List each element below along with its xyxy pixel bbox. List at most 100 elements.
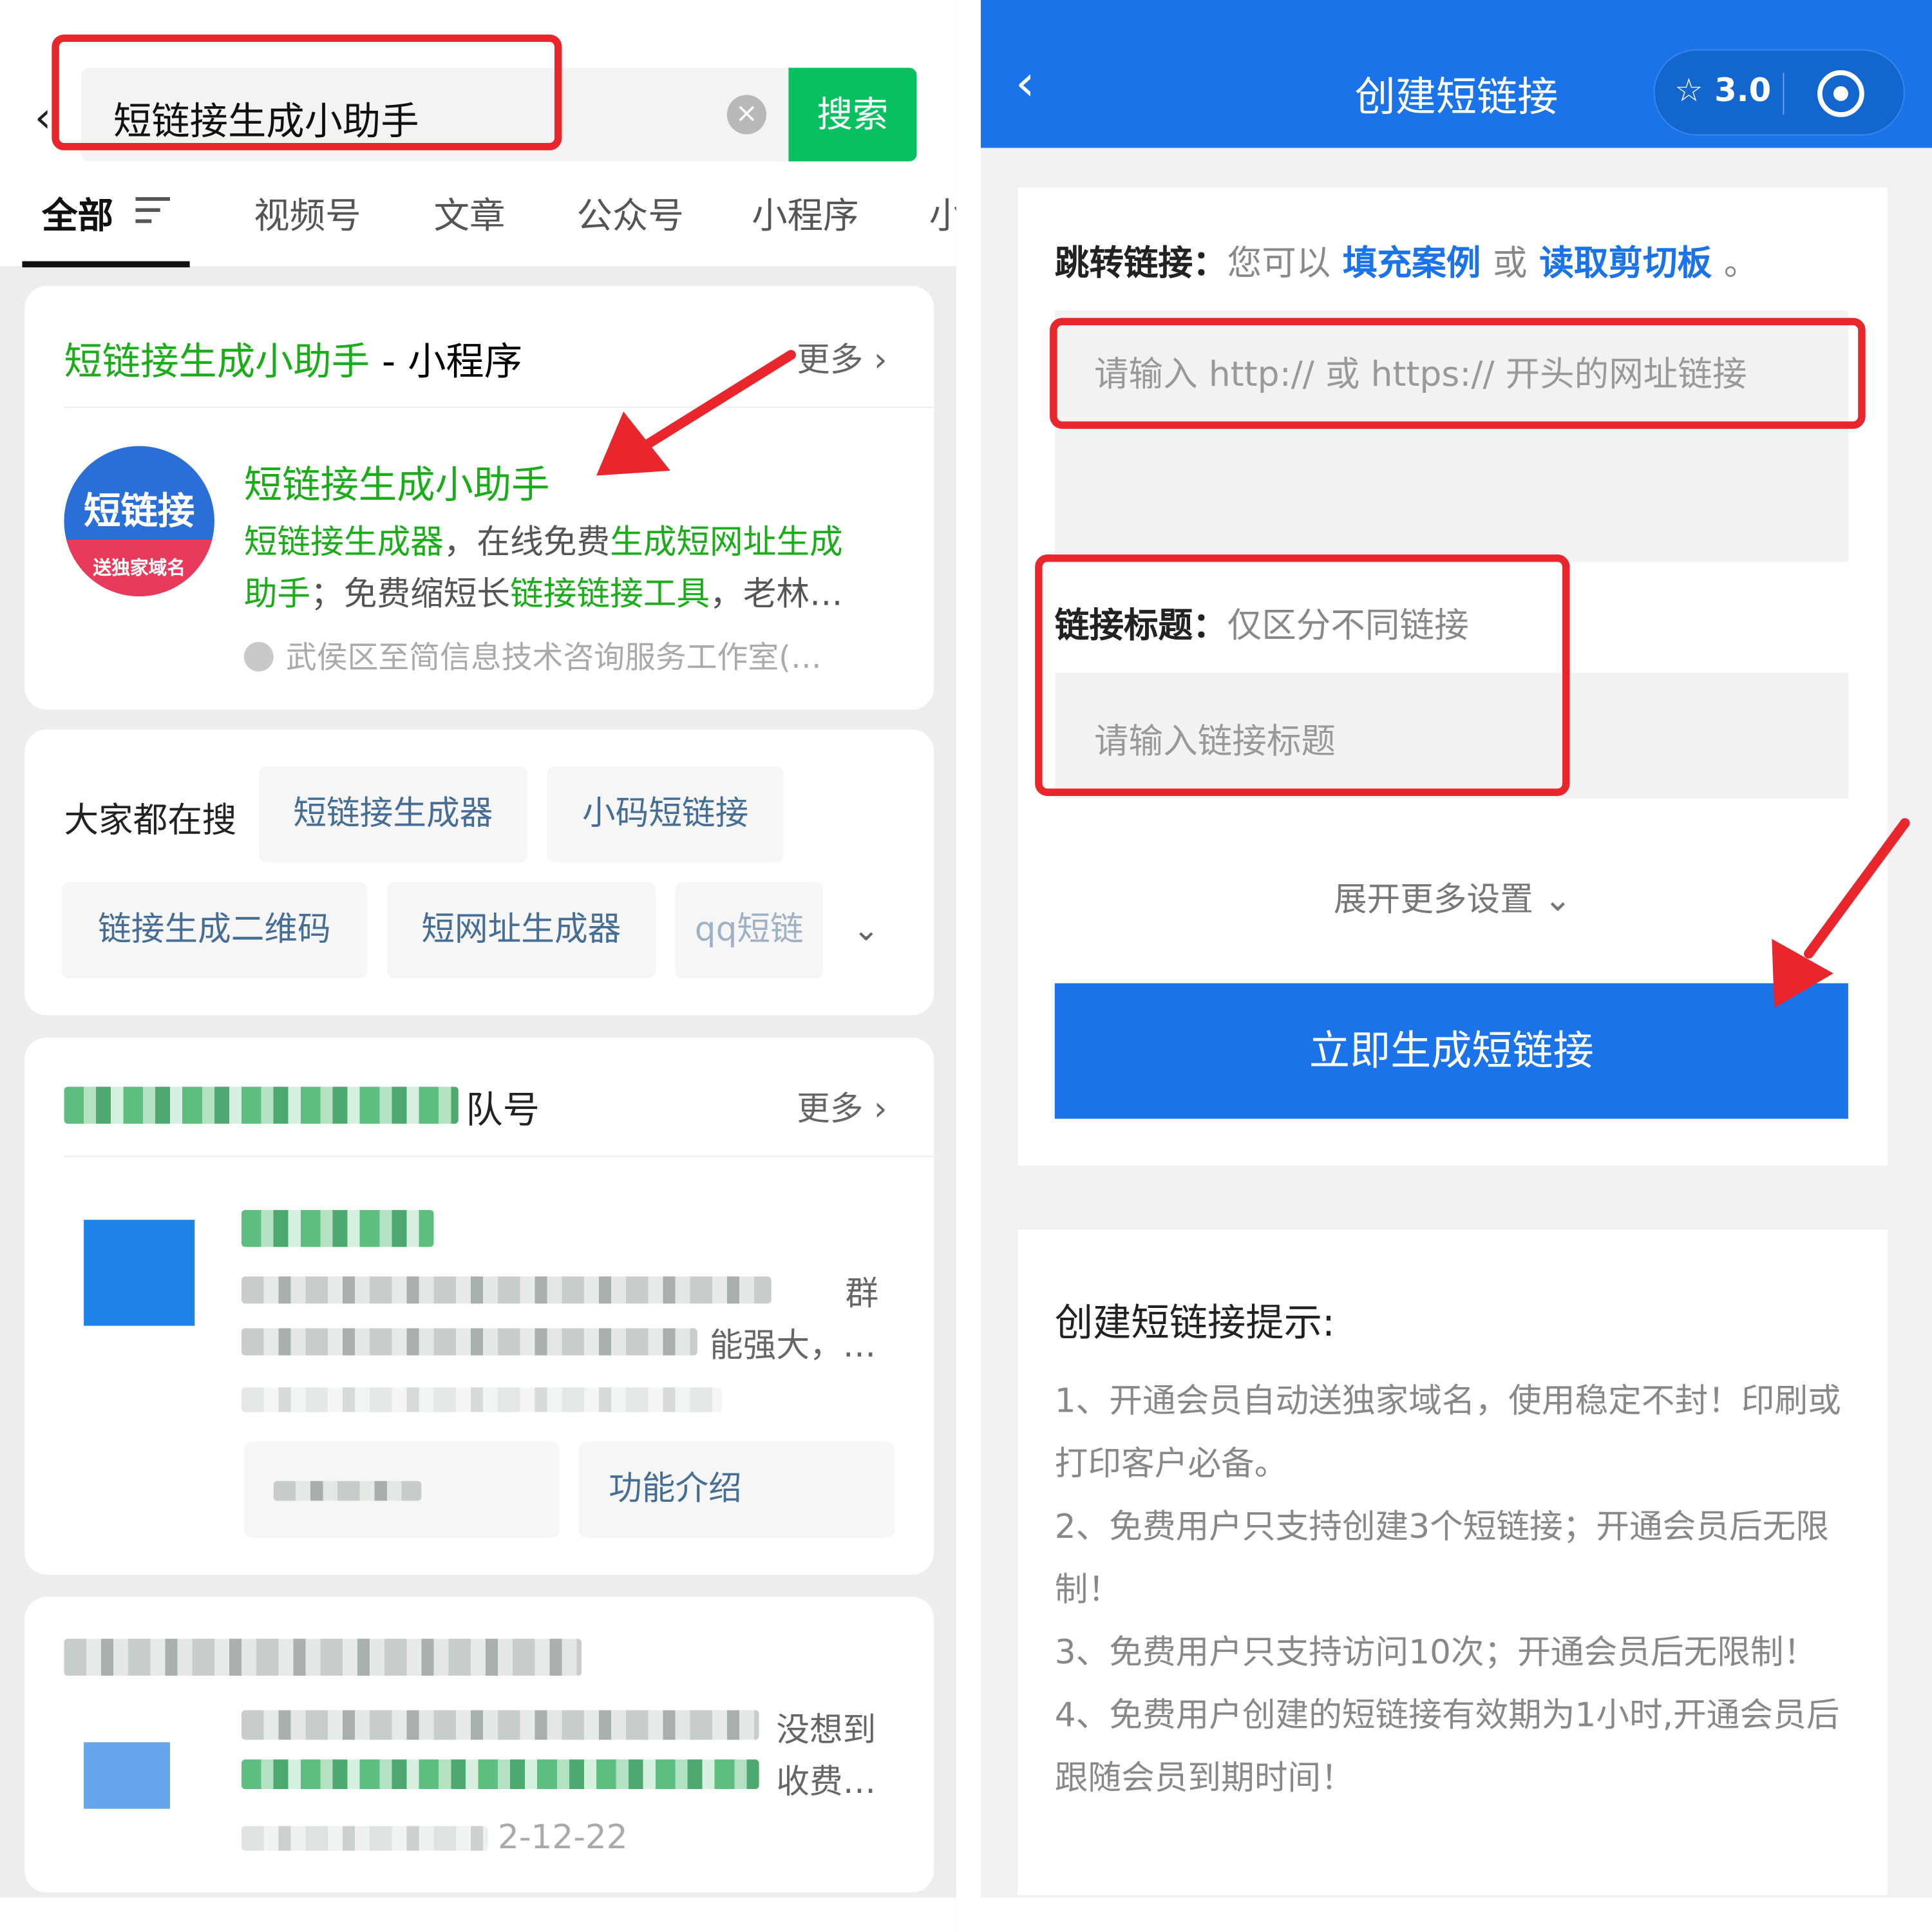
hot-searches-card: 大家都在搜 短链接生成器 小码短链接 链接生成二维码 短网址生成器 qq短链 ⌄ [24, 729, 934, 1016]
desc-part: 短链接生成器 [243, 524, 444, 562]
search-tabs: 全部 视频号 文章 公众号 小程序 小 [0, 173, 956, 268]
blurred-line [241, 1759, 759, 1790]
desc-part: 链接链接工具 [510, 575, 710, 614]
hot-searches-label: 大家都在搜 [64, 799, 237, 840]
line-tail: 群 [845, 1275, 879, 1314]
system-nav-bar [0, 1897, 956, 1932]
fill-example-link[interactable]: 填充案例 [1343, 243, 1481, 283]
miniprogram-result-card: 短链接生成小助手 - 小程序 更多 › 短链接 送独家域名 短链接生成小助手 短… [24, 285, 934, 710]
blurred-title [64, 1086, 459, 1124]
line-tail: 收费… [776, 1763, 876, 1802]
active-tab-indicator [22, 261, 190, 268]
org-name: 武侯区至简信息技术咨询服务工作室(… [285, 639, 822, 676]
jump-link-label: 跳转链接：您可以 填充案例 或 读取剪切板 。 [1055, 236, 1759, 286]
tip-item: 1、开通会员自动送独家域名，使用稳定不封！印刷或打印客户必备。 [1054, 1382, 1841, 1484]
blurred-line [241, 1328, 697, 1356]
tab-more-partial[interactable]: 小 [929, 187, 956, 239]
divider [64, 1155, 934, 1157]
more-link[interactable]: 更多 › [797, 333, 887, 381]
blurred-button-text [273, 1481, 422, 1501]
tips-list: 1、开通会员自动送独家域名，使用稳定不封！印刷或打印客户必备。 2、免费用户只支… [1055, 1370, 1856, 1810]
tab-articles[interactable]: 文章 [433, 187, 505, 239]
hot-search-chip[interactable]: 短链接生成器 [258, 766, 527, 863]
desc-part: ，在线免费 [443, 524, 611, 562]
tip-item: 3、免费用户只支持访问10次；开通会员后无限制！ [1054, 1633, 1817, 1672]
hint-text: 。 [1723, 242, 1759, 284]
more-label: 更多 [797, 341, 864, 380]
hot-search-chip[interactable]: qq短链 [675, 882, 824, 979]
official-account-card: 队号 更多 › 群 能强大，… 功能介绍 [24, 1037, 934, 1575]
filter-icon[interactable] [135, 197, 171, 224]
blurred-org [241, 1387, 723, 1412]
chevron-down-icon[interactable]: ⌄ [853, 912, 880, 949]
logo-text: 短链接 [84, 490, 195, 534]
chevron-right-icon: › [873, 341, 887, 380]
mini-program-panel: ‹ 创建短链接 ☆ 3.0 跳转链接：您可以 填充案例 或 读取剪切板 。 请输… [980, 0, 1932, 1932]
section-title: 短链接生成小助手 - 小程序 [64, 330, 522, 386]
read-clipboard-link[interactable]: 读取剪切板 [1539, 243, 1712, 283]
desc-part: 生成短网址生成 [610, 524, 843, 562]
rating[interactable]: ☆ 3.0 [1674, 73, 1771, 109]
chevron-right-icon: › [873, 1090, 887, 1129]
tips-card: 创建短链接提示: 1、开通会员自动送独家域名，使用稳定不封！印刷或打印客户必备。… [1018, 1229, 1888, 1895]
article-thumbnail[interactable] [84, 1742, 171, 1809]
title-highlight-box [1035, 554, 1570, 796]
blurred-name [241, 1209, 434, 1247]
label-text: 跳转链接： [1054, 242, 1227, 284]
hot-search-chip[interactable]: 链接生成二维码 [61, 882, 368, 979]
tab-miniprograms[interactable]: 小程序 [752, 187, 858, 239]
section-title-keyword: 短链接生成小助手 [64, 340, 370, 384]
more-link[interactable]: 更多 › [797, 1082, 887, 1130]
account-logo[interactable] [84, 1220, 195, 1326]
desc-part: ；免费缩短长 [310, 575, 511, 614]
capsule-divider [1783, 72, 1785, 115]
generate-short-link-button[interactable]: 立即生成短链接 [1054, 983, 1848, 1119]
divider [64, 406, 934, 408]
blurred-line [241, 1710, 759, 1740]
star-icon: ☆ [1674, 72, 1703, 110]
blurred-line [241, 1276, 772, 1304]
hint-text: 您可以 [1227, 242, 1331, 284]
navigation-bar: ‹ 创建短链接 ☆ 3.0 [980, 0, 1932, 148]
desc-part: 助手 [243, 575, 311, 614]
miniprogram-org: 武侯区至简信息技术咨询服务工作室(… [243, 633, 822, 677]
back-icon[interactable]: ‹ [35, 93, 52, 143]
hot-search-chip[interactable]: 小码短链接 [547, 766, 784, 863]
miniprogram-logo[interactable]: 短链接 送独家域名 [64, 446, 214, 597]
tab-channels[interactable]: 视频号 [254, 187, 361, 239]
capsule-menu[interactable]: ☆ 3.0 [1653, 49, 1905, 136]
tips-title: 创建短链接提示: [1054, 1301, 1335, 1346]
blurred-button[interactable] [243, 1441, 560, 1538]
tab-all[interactable]: 全部 [42, 187, 113, 239]
wechat-search-panel: ‹ 短链接生成小助手 × 搜索 全部 视频号 文章 公众号 小程序 小 短链接生… [0, 0, 956, 1932]
search-highlight-box [52, 34, 562, 151]
close-target-icon[interactable] [1817, 70, 1864, 117]
article-card: 没想到 收费… 2-12-22 [24, 1596, 934, 1893]
line-tail: 能强大，… [710, 1327, 876, 1365]
miniprogram-description: 短链接生成器，在线免费生成短网址生成助手；免费缩短长链接链接工具，老林… [244, 518, 897, 621]
tab-official-accounts[interactable]: 公众号 [576, 187, 683, 239]
search-button[interactable]: 搜索 [788, 68, 917, 162]
expand-label: 展开更多设置 [1333, 880, 1533, 920]
line-tail: 没想到 [776, 1711, 876, 1750]
rating-value: 3.0 [1714, 72, 1772, 110]
tip-item: 2、免费用户只支持创建3个短链接；开通会员后无限制！ [1054, 1508, 1829, 1609]
section-title-suffix: - 小程序 [369, 340, 523, 384]
logo-subtext: 送独家域名 [93, 556, 185, 580]
clear-icon[interactable]: × [726, 95, 767, 135]
status-bar [0, 0, 956, 23]
article-date: 2-12-22 [497, 1818, 628, 1857]
feature-intro-button[interactable]: 功能介绍 [579, 1441, 895, 1538]
double-chevron-down-icon: ⌄ [1544, 880, 1572, 920]
blurred-title [64, 1638, 582, 1676]
more-label: 更多 [797, 1090, 864, 1129]
hint-text: 或 [1493, 242, 1528, 284]
tip-item: 4、免费用户创建的短链接有效期为1小时,开通会员后跟随会员到期时间！ [1054, 1696, 1840, 1798]
desc-part: ，老林… [710, 575, 843, 614]
miniprogram-name[interactable]: 短链接生成小助手 [244, 453, 549, 509]
verified-icon [243, 641, 274, 672]
hot-search-chip[interactable]: 短网址生成器 [386, 882, 656, 979]
expand-settings-toggle[interactable]: 展开更多设置 ⌄ [1018, 873, 1888, 921]
system-nav-bar [980, 1897, 1932, 1932]
account-title-tail: 队号 [466, 1089, 540, 1133]
